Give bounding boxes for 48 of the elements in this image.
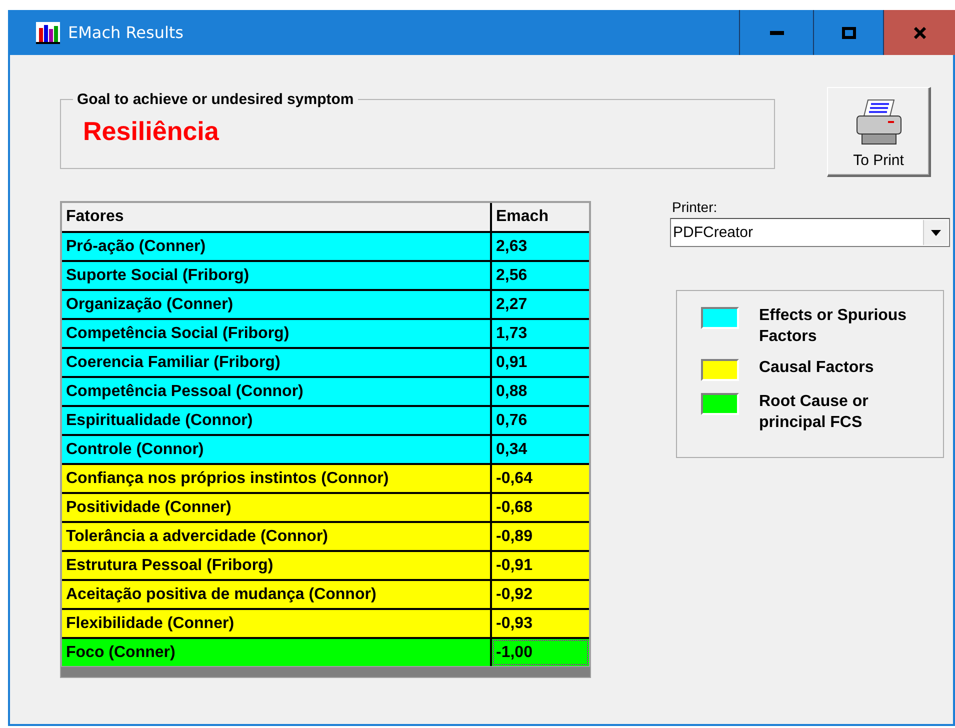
legend-label: Root Cause or principal FCS: [759, 392, 870, 433]
factor-cell: Tolerância a advercidade (Connor): [62, 523, 490, 550]
emach-cell[interactable]: 0,34: [492, 436, 589, 463]
emach-cell[interactable]: 1,73: [492, 320, 589, 347]
legend-label: Causal Factors: [759, 358, 875, 378]
column-header: Fatores: [62, 203, 490, 231]
print-button[interactable]: To Print: [827, 87, 931, 177]
app-icon: [36, 22, 60, 44]
printer-dropdown[interactable]: PDFCreator: [670, 218, 950, 247]
goal-value: Resiliência: [83, 116, 220, 147]
goal-legend: Goal to achieve or undesired symptom: [73, 91, 358, 108]
factor-cell: Foco (Conner): [62, 639, 490, 666]
factor-cell: Organização (Conner): [62, 291, 490, 318]
printer-icon: [854, 98, 904, 146]
emach-cell[interactable]: 2,56: [492, 262, 589, 289]
factor-cell: Espiritualidade (Connor): [62, 407, 490, 434]
factor-cell: Aceitação positiva de mudança (Connor): [62, 581, 490, 608]
emach-cell[interactable]: 0,91: [492, 349, 589, 376]
emach-cell[interactable]: 0,88: [492, 378, 589, 405]
dropdown-arrow-icon: [931, 230, 941, 236]
emach-cell[interactable]: 2,63: [492, 233, 589, 260]
factor-cell: Flexibilidade (Conner): [62, 610, 490, 637]
factor-cell: Pró-ação (Conner): [62, 233, 490, 260]
emach-cell[interactable]: 0,76: [492, 407, 589, 434]
maximize-icon: [842, 26, 856, 38]
column-header: Emach: [492, 203, 589, 231]
factor-cell: Suporte Social (Friborg): [62, 262, 490, 289]
factor-cell: Confiança nos próprios instintos (Connor): [62, 465, 490, 492]
factor-cell: Positividade (Conner): [62, 494, 490, 521]
emach-cell[interactable]: -0,93: [492, 610, 589, 637]
printer-label: Printer:: [672, 199, 718, 215]
close-icon: [914, 26, 926, 38]
minimize-icon: [770, 30, 784, 34]
emach-cell[interactable]: -0,68: [492, 494, 589, 521]
factor-cell: Estrutura Pessoal (Friborg): [62, 552, 490, 579]
legend-label: Effects or Spurious Factors: [759, 306, 908, 347]
emach-cell[interactable]: -1,00: [492, 639, 589, 666]
emach-cell[interactable]: -0,91: [492, 552, 589, 579]
factor-cell: Controle (Connor): [62, 436, 490, 463]
emach-cell[interactable]: -0,92: [492, 581, 589, 608]
close-button[interactable]: [883, 10, 955, 55]
emach-cell[interactable]: -0,89: [492, 523, 589, 550]
window-title: EMach Results: [68, 23, 185, 42]
factor-cell: Coerencia Familiar (Friborg): [62, 349, 490, 376]
emach-cell[interactable]: 2,27: [492, 291, 589, 318]
factor-cell: Competência Social (Friborg): [62, 320, 490, 347]
factor-cell: Competência Pessoal (Connor): [62, 378, 490, 405]
emach-cell[interactable]: -0,64: [492, 465, 589, 492]
